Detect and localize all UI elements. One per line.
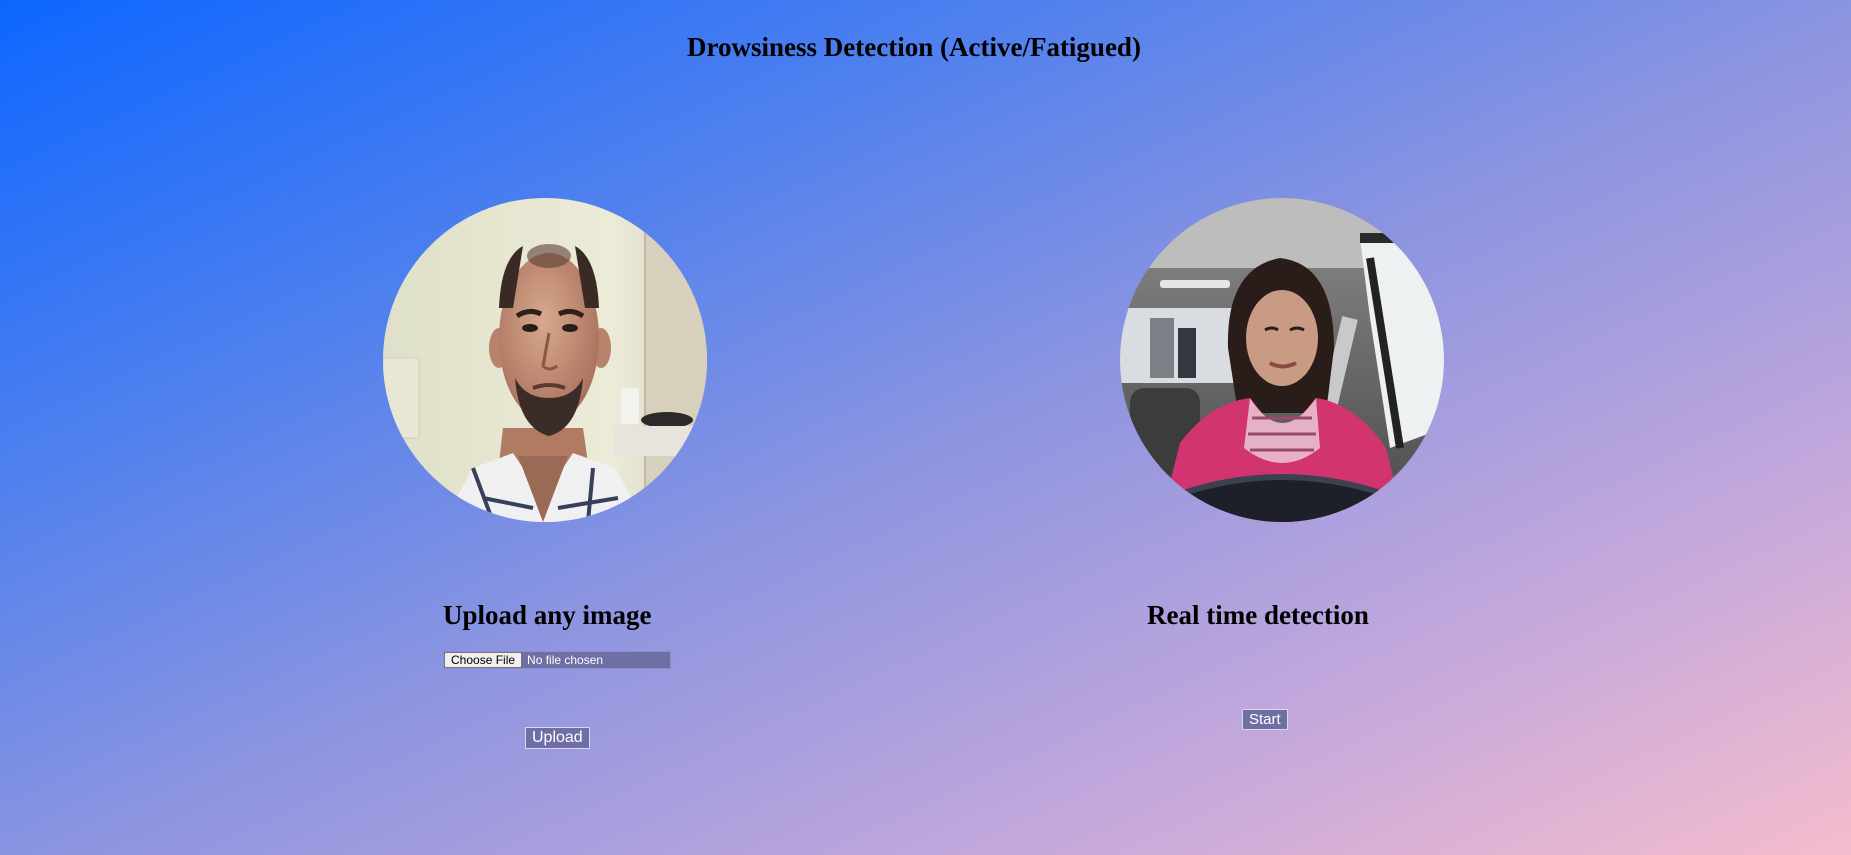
file-status-text: No file chosen xyxy=(527,653,604,667)
realtime-section-heading: Real time detection xyxy=(1147,600,1369,630)
sample-driver-image xyxy=(1120,198,1444,522)
choose-file-button[interactable]: Choose File xyxy=(444,652,523,668)
sample-face-image xyxy=(383,198,707,522)
upload-section-heading: Upload any image xyxy=(443,600,652,630)
start-button[interactable]: Start xyxy=(1242,709,1288,730)
file-input[interactable]: Choose File No file chosen xyxy=(443,651,671,669)
page-title: Drowsiness Detection (Active/Fatigued) xyxy=(687,32,1141,62)
upload-button[interactable]: Upload xyxy=(525,727,590,749)
